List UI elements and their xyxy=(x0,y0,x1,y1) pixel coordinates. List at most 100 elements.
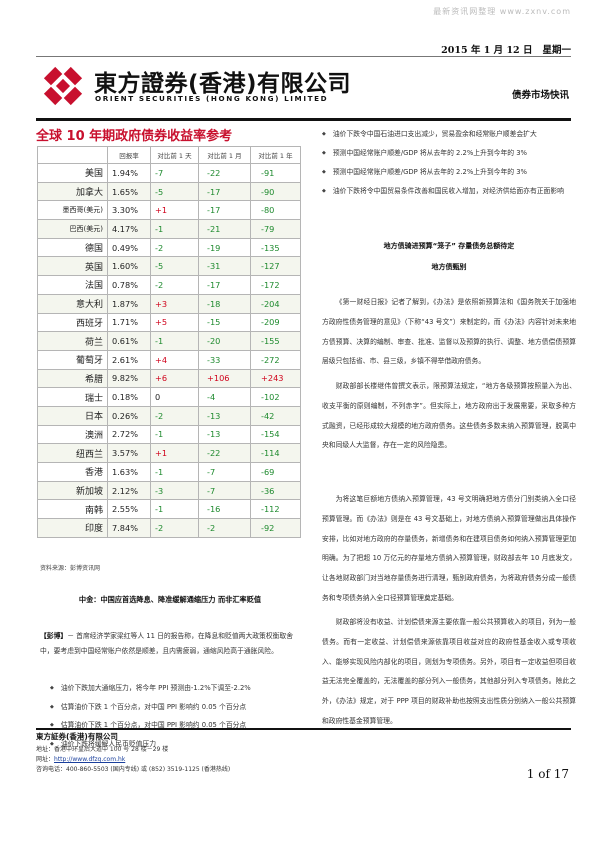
column-header xyxy=(37,146,108,164)
change-1m-cell: -15 xyxy=(198,312,251,333)
rate-cell: 2.55% xyxy=(107,499,151,520)
header-divider xyxy=(36,118,571,121)
change-1d-cell: -5 xyxy=(150,256,199,277)
footer-company: 東方証券(香港)有限公司 xyxy=(36,732,118,741)
footer-divider xyxy=(36,728,571,730)
change-1y-cell: -42 xyxy=(250,405,301,426)
country-cell: 荷兰 xyxy=(37,331,108,351)
country-cell: 巴西(美元) xyxy=(37,219,108,239)
column-header: 对比前 1 月 xyxy=(198,146,251,164)
table-row: 荷兰 0.61% -1 -20 -155 xyxy=(37,331,301,351)
change-1d-cell: +3 xyxy=(150,293,199,314)
website-link[interactable]: http://www.dfzq.com.hk xyxy=(54,756,125,763)
change-1m-cell: -7 xyxy=(198,462,251,482)
company-logo-icon xyxy=(43,66,83,106)
change-1y-cell: -102 xyxy=(250,387,301,407)
headline-main: 地方债骑进预算“笼子” 存量债务总额待定 xyxy=(383,242,515,250)
change-1y-cell: -154 xyxy=(250,424,301,445)
change-1y-cell: -79 xyxy=(250,219,301,239)
rate-cell: 0.49% xyxy=(107,237,151,258)
page-number: 1 of 17 xyxy=(526,767,569,781)
table-row: 法国 0.78% -2 -17 -172 xyxy=(37,275,301,295)
table-row: 意大利 1.87% +3 -18 -204 xyxy=(37,293,301,314)
country-cell: 新加坡 xyxy=(37,480,108,501)
footer-phone: 咨询电话：400-860-5503 (国内专线) 或 (852) 3519-11… xyxy=(36,766,231,773)
rate-cell: 4.17% xyxy=(107,219,151,239)
country-cell: 美国 xyxy=(37,163,108,183)
change-1y-cell: -155 xyxy=(250,331,301,351)
rate-cell: 3.57% xyxy=(107,443,151,463)
country-cell: 德国 xyxy=(37,237,108,258)
change-1y-cell: -172 xyxy=(250,275,301,295)
country-cell: 希腊 xyxy=(37,368,108,389)
change-1m-cell: -31 xyxy=(198,256,251,277)
table-row: 巴西(美元) 4.17% -1 -21 -79 xyxy=(37,219,301,239)
country-cell: 墨西哥(美元) xyxy=(37,200,108,221)
change-1m-cell: -2 xyxy=(198,518,251,538)
footer-address: 地址：香港中环皇后大道中 100 号 28 楼－29 楼 xyxy=(36,746,169,753)
change-1y-cell: -80 xyxy=(250,200,301,221)
table-header-row: 回报率 对比前 1 天 对比前 1 月 对比前 1 年 xyxy=(37,146,301,164)
change-1d-cell: -7 xyxy=(150,163,199,183)
change-1m-cell: -17 xyxy=(198,275,251,295)
column-header: 对比前 1 年 xyxy=(250,146,301,164)
change-1y-cell: -92 xyxy=(250,518,301,538)
change-1y-cell: -272 xyxy=(250,349,301,370)
change-1m-cell: -17 xyxy=(198,200,251,221)
change-1m-cell: -33 xyxy=(198,349,251,370)
table-row: 日本 0.26% -2 -13 -42 xyxy=(37,405,301,426)
change-1d-cell: -1 xyxy=(150,499,199,520)
change-1m-cell: -13 xyxy=(198,405,251,426)
list-item: 预测中国经常账户顺差/GDP 将从去年的 2.2%上升到今年的 3% xyxy=(322,165,574,180)
change-1d-cell: -2 xyxy=(150,518,199,538)
change-1m-cell: -16 xyxy=(198,499,251,520)
table-row: 澳洲 2.72% -1 -13 -154 xyxy=(37,424,301,445)
list-item: 油价下跌将令中国贸易条件改善和国民收入增加，对经济供给面亦有正面影响 xyxy=(322,184,574,199)
change-1y-cell: -127 xyxy=(250,256,301,277)
change-1d-cell: -1 xyxy=(150,219,199,239)
change-1m-cell: -18 xyxy=(198,293,251,314)
footer-website-line: 网址：http://www.dfzq.com.hk xyxy=(36,754,125,763)
rate-cell: 1.94% xyxy=(107,163,151,183)
change-1y-cell: -114 xyxy=(250,443,301,463)
country-cell: 南韩 xyxy=(37,499,108,520)
change-1d-cell: -1 xyxy=(150,462,199,482)
table-row: 葡萄牙 2.61% +4 -33 -272 xyxy=(37,349,301,370)
table-row: 新加坡 2.12% -3 -7 -36 xyxy=(37,480,301,501)
change-1m-cell: -4 xyxy=(198,387,251,407)
change-1m-cell: -19 xyxy=(198,237,251,258)
left-article-headline: 中金：中国应首选降息、降准缓解通缩压力 而非汇率贬值 xyxy=(78,595,262,604)
headline-sub: 地方债甄别 xyxy=(431,263,467,271)
rate-cell: 2.12% xyxy=(107,480,151,501)
change-1y-cell: +243 xyxy=(250,368,301,389)
country-cell: 澳洲 xyxy=(37,424,108,445)
yield-table: 回报率 对比前 1 天 对比前 1 月 对比前 1 年 美国 1.94% -7 -22… xyxy=(37,146,301,538)
change-1d-cell: -1 xyxy=(150,331,199,351)
change-1d-cell: -1 xyxy=(150,424,199,445)
change-1y-cell: -204 xyxy=(250,293,301,314)
change-1m-cell: -20 xyxy=(198,331,251,351)
company-name-en: ORIENT SECURITIES (HONG KONG) LIMITED xyxy=(95,94,329,103)
rate-cell: 1.71% xyxy=(107,312,151,333)
change-1y-cell: -135 xyxy=(250,237,301,258)
country-cell: 瑞士 xyxy=(37,387,108,407)
change-1m-cell: +106 xyxy=(198,368,251,389)
change-1y-cell: -112 xyxy=(250,499,301,520)
column-header: 回报率 xyxy=(107,146,151,164)
table-row: 德国 0.49% -2 -19 -135 xyxy=(37,237,301,258)
country-cell: 香港 xyxy=(37,462,108,482)
rate-cell: 0.61% xyxy=(107,331,151,351)
list-item: 预测中国经常账户顺差/GDP 将从去年的 2.2%上升到今年的 3% xyxy=(322,146,574,161)
watermark: 最新资讯网整理 www.zxnv.com xyxy=(433,7,571,16)
report-weekday: 星期一 xyxy=(542,45,571,56)
change-1d-cell: -5 xyxy=(150,181,199,202)
change-1d-cell: +1 xyxy=(150,200,199,221)
change-1d-cell: -2 xyxy=(150,405,199,426)
table-row: 西班牙 1.71% +5 -15 -209 xyxy=(37,312,301,333)
change-1d-cell: +6 xyxy=(150,368,199,389)
table-row: 瑞士 0.18% 0 -4 -102 xyxy=(37,387,301,407)
table-source: 资料来源：彭博资讯网 xyxy=(40,565,101,572)
report-date: 2015 年 1 月 12 日 xyxy=(441,45,533,56)
list-item: 油价下跌令中国石油进口支出减少，贸易盈余和经常账户顺差会扩大 xyxy=(322,127,574,142)
table-row: 南韩 2.55% -1 -16 -112 xyxy=(37,499,301,520)
